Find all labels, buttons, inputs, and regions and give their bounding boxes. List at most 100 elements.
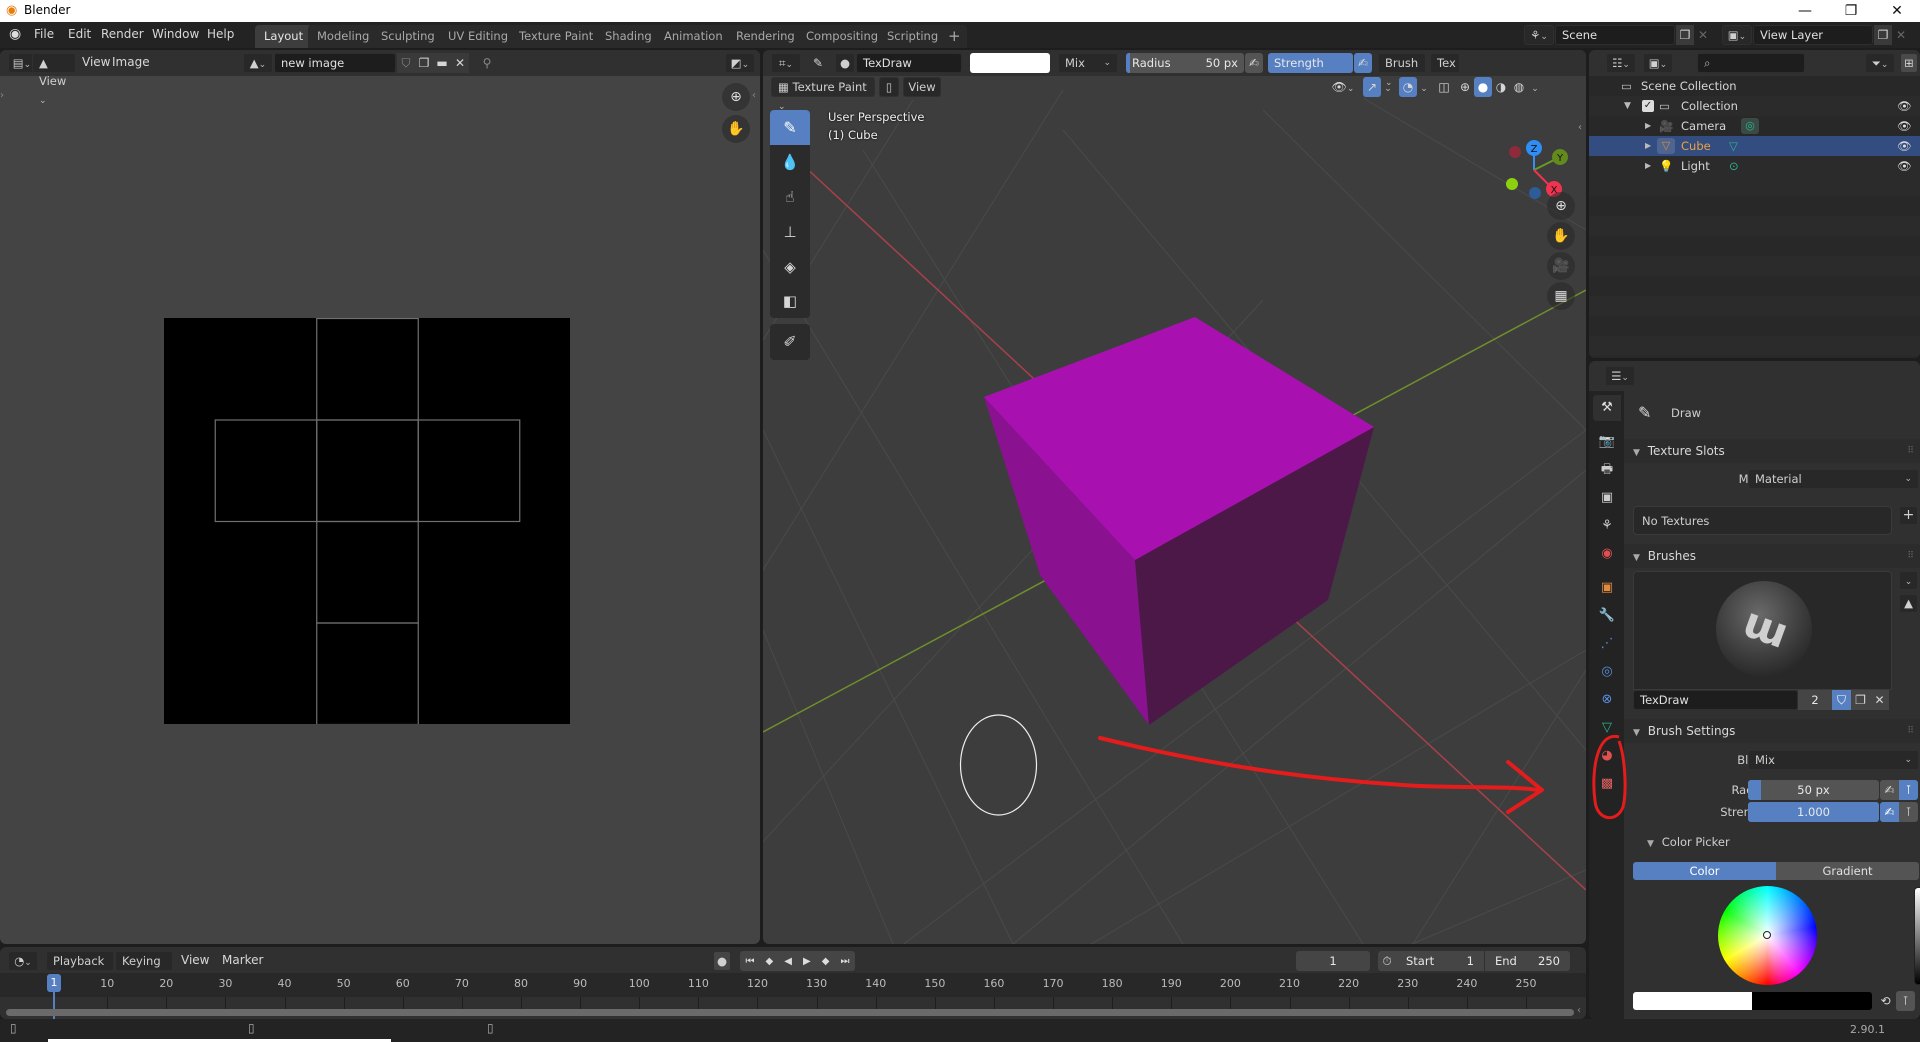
viewport-view-menu[interactable]: View (903, 77, 941, 97)
tab-tool-icon[interactable]: ⚒ (1593, 395, 1621, 421)
image-editor[interactable]: ▤⌄ ▲ View ⌄ View Image ▲⌄ new image ⛉ ❐ … (0, 50, 760, 944)
editor-type-button[interactable]: ⌗⌄ (771, 53, 801, 73)
view-layer-name-field[interactable]: View Layer (1753, 25, 1873, 45)
xray-toggle-icon[interactable]: ◫ (1435, 77, 1453, 97)
strength-slider[interactable]: Strength 1.000 (1268, 53, 1353, 73)
image-mode-dropdown[interactable]: ▲ View ⌄ (32, 53, 76, 106)
expand-triangle-icon[interactable]: ▶ (1645, 136, 1651, 156)
tab-layout[interactable]: Layout (255, 25, 313, 48)
tab-view-layer-icon[interactable]: ▣ (1593, 485, 1621, 511)
exclude-checkbox[interactable]: ✓ (1642, 100, 1654, 112)
menu-render[interactable]: Render (101, 27, 144, 41)
shading-dropdown-icon[interactable]: ⌄ (1528, 77, 1542, 97)
scene-type-icon[interactable]: ⚘⌄ (1524, 25, 1554, 45)
tab-compositing[interactable]: Compositing (797, 25, 888, 48)
outliner-search-input[interactable]: ⌕ (1697, 53, 1805, 73)
timeline-scrollbar[interactable] (6, 1009, 1574, 1016)
menu-edit[interactable]: Edit (68, 27, 91, 41)
tab-sculpting[interactable]: Sculpting (372, 25, 444, 48)
texture-mode-dropdown[interactable]: Material ⌄ (1748, 469, 1919, 489)
color-wheel[interactable] (1718, 886, 1817, 985)
tab-modeling[interactable]: Modeling (308, 25, 379, 48)
tool-soften[interactable]: 💧 (770, 145, 810, 180)
primary-color-swatch[interactable] (1633, 992, 1752, 1010)
outliner-row-camera[interactable]: ▶ 🎥 Camera ◎ 👁 (1589, 116, 1920, 136)
brush-preview[interactable]: ɯ (1633, 571, 1892, 690)
tab-uv-editing[interactable]: UV Editing (439, 25, 517, 48)
outliner-row-cube[interactable]: ▶ ▽ Cube ▽ 👁 (1589, 136, 1920, 156)
tab-particles-icon[interactable]: ⋰ (1593, 631, 1621, 657)
solid-shading-icon[interactable]: ● (1474, 77, 1492, 97)
visibility-eye-icon[interactable]: 👁 (1897, 116, 1912, 136)
paint-mask-toggle[interactable]: ▯ (879, 77, 899, 97)
rendered-shading-icon[interactable]: ◍ (1510, 77, 1528, 97)
radius-pressure-icon[interactable]: ✍ (1245, 53, 1263, 73)
light-data-icon[interactable]: ⊙ (1729, 156, 1739, 176)
drag-handle-icon[interactable]: ⠿ (1907, 719, 1914, 743)
brush-list-dropdown[interactable]: ⌄ (1899, 571, 1918, 590)
filter-button[interactable]: ⏷⌄ (1865, 53, 1895, 73)
camera-data-icon[interactable]: ◎ (1741, 118, 1759, 134)
unified-color-icon[interactable]: ⊺ (1896, 991, 1915, 1011)
brush-name-field[interactable]: TexDraw (1633, 690, 1798, 710)
panel-brush-settings[interactable]: ▼ Brush Settings ⠿ (1624, 719, 1920, 743)
brush-browse-icon[interactable]: ● (835, 53, 855, 73)
display-mode-button[interactable]: ▣⌄ (1643, 53, 1673, 73)
tab-constraints-icon[interactable]: ⊗ (1593, 687, 1621, 713)
add-texture-slot-button[interactable]: + (1899, 506, 1918, 525)
tab-physics-icon[interactable]: ◎ (1593, 659, 1621, 685)
radius-unified-icon[interactable]: ⊺ (1899, 780, 1918, 800)
fake-user-shield-icon[interactable]: ⛉ (397, 53, 415, 73)
gizmo-neg-y[interactable] (1506, 178, 1518, 190)
gizmo-toggle-icon[interactable]: ↗ (1363, 77, 1381, 97)
tab-modifiers-wrench-icon[interactable]: 🔧 (1593, 603, 1621, 629)
unlink-image-icon[interactable]: ✕ (451, 53, 469, 73)
tab-rendering[interactable]: Rendering (727, 25, 804, 48)
visibility-eye-icon[interactable]: 👁 (1897, 96, 1912, 116)
open-image-folder-icon[interactable]: ▬ (433, 53, 451, 73)
color-wheel-cursor[interactable] (1763, 931, 1771, 939)
brush-menu[interactable]: Brush ⌄ (1378, 53, 1426, 88)
tab-scene-icon[interactable]: ⚘ (1593, 513, 1621, 539)
tool-fill[interactable]: ◈ (770, 250, 810, 285)
panel-brushes[interactable]: ▼ Brushes ⠿ (1624, 544, 1920, 568)
strength-pressure-icon[interactable]: ✍ (1880, 802, 1899, 822)
duplicate-brush-icon[interactable]: ❐ (1851, 690, 1870, 710)
navigation-gizmo[interactable]: Z Y X (1500, 120, 1580, 200)
brush-image-icon[interactable]: ▲ (1899, 594, 1918, 613)
view-layer-type-icon[interactable]: ▣⌄ (1722, 25, 1752, 45)
playhead-frame-indicator[interactable]: 1 (47, 974, 61, 992)
display-channels-button[interactable]: ◩⌄ (725, 53, 755, 73)
mesh-data-icon[interactable]: ▽ (1729, 136, 1738, 156)
tab-world-icon[interactable]: ◉ (1593, 541, 1621, 567)
swap-colors-icon[interactable]: ⟲ (1876, 991, 1895, 1011)
strength-slider[interactable]: 1.000 (1748, 802, 1879, 822)
radius-pressure-icon[interactable]: ✍ (1880, 780, 1899, 800)
zoom-icon[interactable]: ⊕ (1547, 192, 1575, 220)
menu-file[interactable]: File (34, 27, 54, 41)
brush-color-swatch[interactable] (970, 53, 1050, 73)
tab-texture-paint[interactable]: Texture Paint (510, 25, 603, 48)
camera-view-icon[interactable]: 🎥 (1547, 252, 1575, 280)
tab-render-icon[interactable]: 📷 (1593, 429, 1621, 455)
fake-user-shield-icon[interactable]: ⛉ (1832, 690, 1851, 710)
subpanel-color-picker[interactable]: ▼ Color Picker (1624, 832, 1920, 852)
editor-type-button[interactable]: ☰⌄ (1605, 366, 1635, 386)
close-button[interactable]: ✕ (1874, 0, 1920, 22)
strength-unified-icon[interactable]: ⊺ (1899, 802, 1918, 822)
pan-hand-icon[interactable]: ✋ (722, 115, 750, 143)
panel-texture-slots[interactable]: ▼ Texture Slots ⠿ (1624, 439, 1920, 463)
visibility-eye-icon[interactable]: 👁 (1897, 136, 1912, 156)
editor-type-button[interactable]: ☷⌄ (1606, 53, 1636, 73)
menu-help[interactable]: Help (207, 27, 234, 41)
radius-slider[interactable]: Radius 50 px (1126, 53, 1244, 73)
sidebar-expand-arrow-icon[interactable]: ‹ (1578, 122, 1582, 133)
scene-name-field[interactable]: Scene (1555, 25, 1675, 45)
value-slider[interactable] (1914, 887, 1920, 985)
add-workspace-button[interactable]: + (942, 25, 967, 48)
visibility-eye-icon[interactable]: 👁 (1897, 156, 1912, 176)
3d-viewport[interactable]: ⌗⌄ ✎ ● TexDraw Mix ⌄ Radius 50 px ✍ Stren… (763, 50, 1586, 944)
tool-draw[interactable]: ✎ (770, 110, 810, 145)
new-collection-icon[interactable]: ⊞ (1900, 53, 1918, 73)
perspective-grid-icon[interactable]: ▦ (1547, 282, 1575, 310)
